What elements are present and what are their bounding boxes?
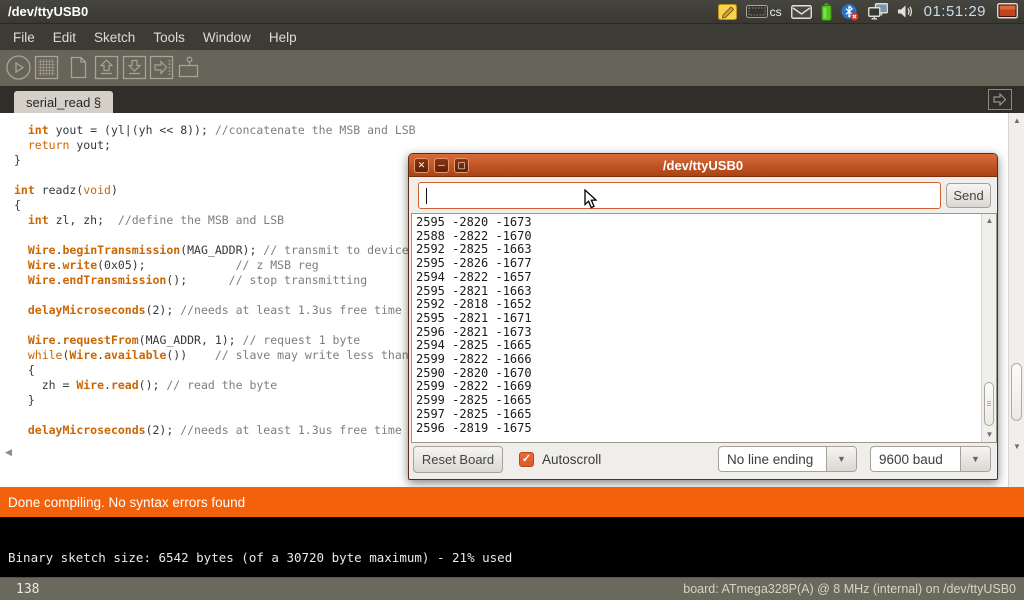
arrow-right-box-icon — [993, 93, 1007, 106]
baud-rate-value: 9600 baud — [871, 447, 960, 471]
desktop: /dev/ttyUSB0 cs 01:5 — [0, 0, 1024, 600]
send-button[interactable]: Send — [946, 183, 991, 208]
minimize-button[interactable]: ─ — [434, 158, 449, 173]
note-icon[interactable] — [718, 3, 737, 20]
serial-monitor-controls: Reset Board ✓ Autoscroll No line ending … — [409, 445, 997, 475]
serial-monitor-titlebar[interactable]: /dev/ttyUSB0 ✕ ─ ▢ — [409, 154, 997, 177]
stop-icon-dots — [38, 59, 55, 76]
scroll-down-icon[interactable]: ▼ — [982, 430, 997, 439]
serial-line: 2596 -2819 -1675 — [416, 422, 532, 436]
stop-button[interactable] — [34, 55, 59, 80]
reset-board-button[interactable]: Reset Board — [413, 446, 503, 473]
status-footer: 138 board: ATmega328P(A) @ 8 MHz (intern… — [0, 577, 1024, 600]
serial-line: 2599 -2822 -1666 — [416, 353, 532, 367]
menu-bar: FileEditSketchToolsWindowHelp — [0, 25, 1024, 50]
serial-output-area[interactable]: 2595 -2820 -16732588 -2822 -16702592 -28… — [411, 213, 997, 443]
serial-line: 2595 -2826 -1677 — [416, 257, 532, 271]
serial-monitor-button[interactable] — [176, 55, 201, 80]
menu-file[interactable]: File — [4, 27, 44, 48]
battery-icon[interactable] — [821, 3, 832, 21]
compile-status-message: Done compiling. No syntax errors found — [0, 495, 245, 510]
toolbar — [0, 50, 1024, 86]
open-sketch-button[interactable] — [94, 55, 119, 80]
menu-help[interactable]: Help — [260, 27, 306, 48]
line-ending-dropdown[interactable]: No line ending ▼ — [718, 446, 857, 472]
console-output: Binary sketch size: 6542 bytes (of a 307… — [0, 517, 1024, 577]
serial-monitor-window: /dev/ttyUSB0 ✕ ─ ▢ Send 2595 -2820 -1673… — [408, 153, 998, 480]
reset-board-label: Reset Board — [422, 452, 494, 467]
serial-line: 2595 -2821 -1671 — [416, 312, 532, 326]
keyboard-indicator-icon[interactable]: cs — [746, 5, 782, 19]
baud-rate-dropdown[interactable]: 9600 baud ▼ — [870, 446, 991, 472]
maximize-button[interactable]: ▢ — [454, 158, 469, 173]
keyboard-layout-label: cs — [770, 5, 782, 19]
menu-edit[interactable]: Edit — [44, 27, 85, 48]
scrollbar-grip — [987, 401, 991, 407]
system-tray: cs 01:51:29 — [718, 0, 1024, 24]
network-icon[interactable] — [868, 3, 888, 20]
compile-status-bar: Done compiling. No syntax errors found — [0, 487, 1024, 517]
serial-line: 2599 -2822 -1669 — [416, 380, 532, 394]
dropdown-arrow-icon[interactable]: ▼ — [960, 447, 990, 471]
serial-monitor-title: /dev/ttyUSB0 — [409, 158, 997, 173]
text-caret — [426, 188, 427, 204]
save-sketch-button[interactable] — [122, 55, 147, 80]
volume-icon[interactable] — [897, 4, 913, 19]
active-window-title: /dev/ttyUSB0 — [0, 4, 88, 19]
serial-line: 2595 -2820 -1673 — [416, 216, 532, 230]
hscroll-left-icon[interactable]: ◀ — [5, 447, 12, 458]
console-message: Binary sketch size: 6542 bytes (of a 307… — [8, 550, 512, 565]
menu-sketch[interactable]: Sketch — [85, 27, 144, 48]
serial-line: 2597 -2825 -1665 — [416, 408, 532, 422]
mouse-cursor — [584, 189, 599, 214]
board-info: board: ATmega328P(A) @ 8 MHz (internal) … — [683, 582, 1024, 596]
scroll-down-icon[interactable]: ▼ — [1009, 442, 1024, 451]
autoscroll-label: Autoscroll — [542, 452, 601, 467]
serial-line: 2588 -2822 -1670 — [416, 230, 532, 244]
tab-serial-read[interactable]: serial_read § — [14, 91, 113, 113]
serial-input-field[interactable] — [418, 182, 941, 209]
tab-label: serial_read § — [26, 95, 101, 110]
serial-line: 2596 -2821 -1673 — [416, 326, 532, 340]
cursor-line-number: 138 — [0, 582, 39, 597]
scroll-up-icon[interactable]: ▲ — [982, 216, 997, 225]
serial-scrollbar-thumb[interactable] — [984, 382, 994, 426]
menu-tools[interactable]: Tools — [144, 27, 194, 48]
code-line: int yout = (yl|(yh << 8)); //concatenate… — [14, 123, 1006, 138]
serial-line: 2594 -2822 -1657 — [416, 271, 532, 285]
serial-line: 2592 -2818 -1652 — [416, 298, 532, 312]
serial-line: 2594 -2825 -1665 — [416, 339, 532, 353]
autoscroll-checkbox[interactable]: ✓ — [519, 452, 534, 467]
send-button-label: Send — [953, 188, 983, 203]
bluetooth-disabled-icon[interactable] — [841, 3, 859, 21]
serial-line: 2592 -2825 -1663 — [416, 243, 532, 257]
close-button[interactable]: ✕ — [414, 158, 429, 173]
serial-line: 2595 -2821 -1663 — [416, 285, 532, 299]
editor-scrollbar[interactable]: ▲ ▼ — [1008, 113, 1024, 487]
dropdown-arrow-icon[interactable]: ▼ — [826, 447, 856, 471]
menu-window[interactable]: Window — [194, 27, 260, 48]
serial-output: 2595 -2820 -16732588 -2822 -16702592 -28… — [416, 216, 532, 435]
session-icon[interactable] — [997, 3, 1018, 20]
code-line: return yout; — [14, 138, 1006, 153]
mail-icon[interactable] — [791, 5, 812, 19]
scroll-up-icon[interactable]: ▲ — [1009, 116, 1024, 125]
serial-line: 2599 -2825 -1665 — [416, 394, 532, 408]
upload-button[interactable] — [149, 55, 174, 80]
serial-scrollbar[interactable]: ▲ ▼ — [981, 214, 996, 442]
line-ending-value: No line ending — [719, 447, 826, 471]
serial-line: 2590 -2820 -1670 — [416, 367, 532, 381]
verify-button[interactable] — [6, 55, 31, 80]
tab-menu-button[interactable] — [988, 89, 1012, 110]
clock[interactable]: 01:51:29 — [922, 3, 988, 20]
new-sketch-button[interactable] — [66, 55, 91, 80]
top-panel: /dev/ttyUSB0 cs 01:5 — [0, 0, 1024, 24]
tab-strip: serial_read § — [0, 86, 1024, 113]
editor-scrollbar-thumb[interactable] — [1011, 363, 1022, 421]
